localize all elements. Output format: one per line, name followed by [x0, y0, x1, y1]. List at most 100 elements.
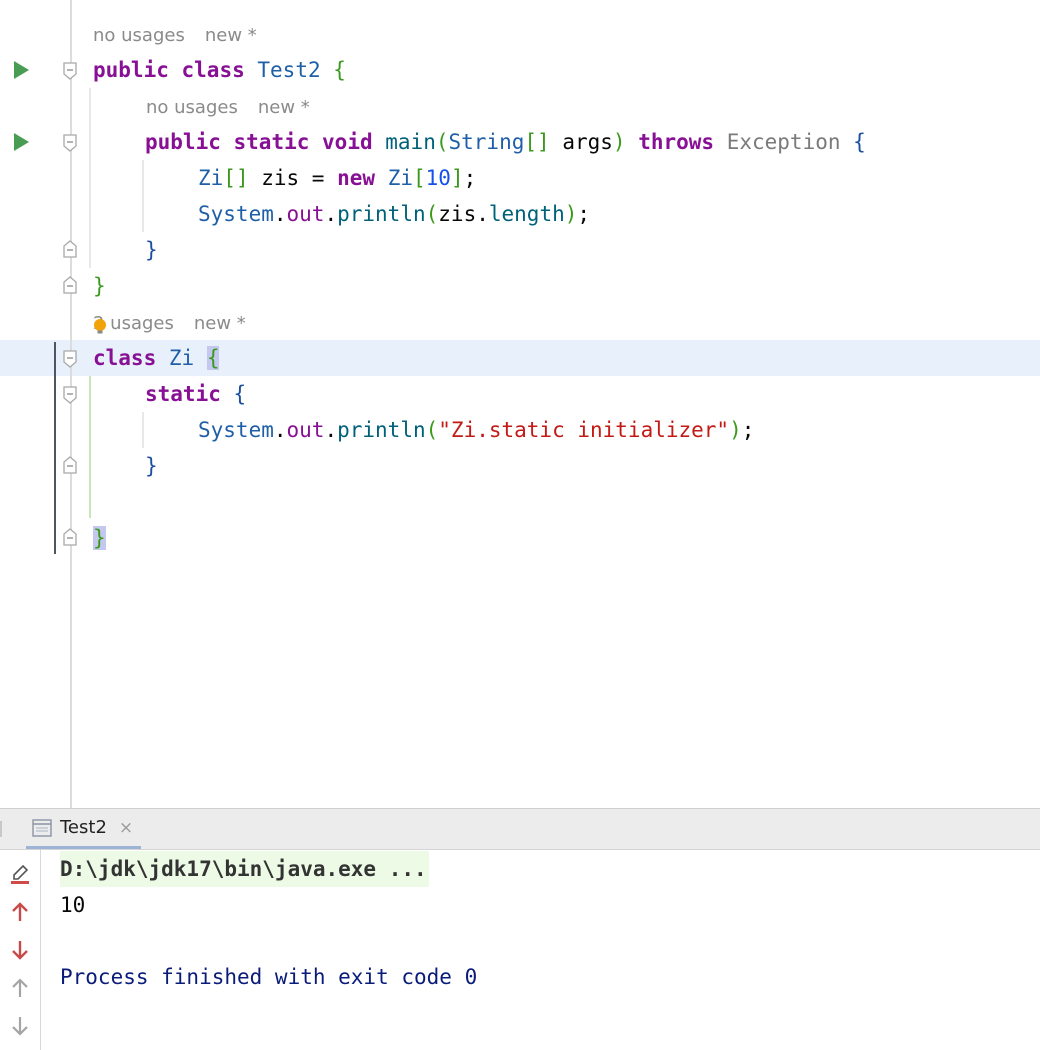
- indent-guide: [142, 160, 144, 232]
- keyword: class: [93, 346, 157, 370]
- code-line[interactable]: }: [93, 268, 106, 304]
- method-call: println: [337, 418, 426, 442]
- up-arrow-icon[interactable]: [8, 976, 32, 1000]
- close-tab-icon[interactable]: ×: [119, 818, 133, 838]
- dot: .: [324, 418, 338, 442]
- dot: .: [476, 202, 489, 226]
- code-line[interactable]: }: [93, 520, 106, 556]
- code-line[interactable]: Zi[] zis = new Zi[10];: [198, 160, 476, 196]
- usages-hint[interactable]: 2 usages new *: [93, 310, 246, 338]
- paren: (: [435, 130, 449, 154]
- paren: ): [612, 130, 626, 154]
- paren: ): [564, 202, 578, 226]
- semicolon: ;: [463, 166, 477, 190]
- brace: }: [145, 454, 158, 478]
- indent-guide: [89, 88, 91, 268]
- field-ref: length: [488, 202, 565, 226]
- keyword: void: [322, 130, 373, 154]
- run-class-icon[interactable]: [14, 61, 29, 79]
- clear-output-icon[interactable]: [8, 862, 32, 886]
- type-name: Zi: [198, 166, 224, 190]
- number-literal: 10: [425, 166, 451, 190]
- code-line[interactable]: System.out.println("Zi.static initialize…: [198, 412, 754, 448]
- brackets: []: [223, 166, 249, 190]
- brace: }: [145, 238, 158, 262]
- run-main-icon[interactable]: [14, 133, 29, 151]
- author-status[interactable]: new *: [194, 313, 246, 334]
- usages-hint[interactable]: no usages new *: [146, 94, 310, 122]
- change-marker: [54, 342, 56, 554]
- class-name: Test2: [257, 58, 321, 82]
- brace-match-highlight: {: [206, 346, 220, 370]
- fold-close-icon[interactable]: [63, 240, 77, 258]
- usages-hint[interactable]: no usages new *: [93, 22, 257, 50]
- code-line[interactable]: System.out.println(zis.length);: [198, 196, 590, 232]
- variable: zis: [438, 202, 477, 226]
- paren: (: [425, 418, 439, 442]
- method-name: main: [385, 130, 436, 154]
- paren: ): [729, 418, 742, 442]
- fold-open-icon[interactable]: [63, 350, 77, 368]
- keyword: public: [145, 130, 221, 154]
- gutter-separator: [70, 0, 72, 808]
- run-tool-window: Test2 × D:\jdk\jdk17\bin\java.exe ... 10…: [0, 808, 1040, 1050]
- bracket: [: [413, 166, 426, 190]
- code-editor[interactable]: no usages new * no usages new * 2 usages ne…: [0, 0, 1040, 808]
- run-command-line[interactable]: D:\jdk\jdk17\bin\java.exe ...: [60, 851, 429, 887]
- bracket: ]: [450, 166, 464, 190]
- brackets: []: [524, 130, 550, 154]
- code-line[interactable]: public class Test2 {: [93, 52, 346, 88]
- keyword: public: [93, 58, 169, 82]
- class-name: Zi: [168, 346, 195, 370]
- paren: (: [425, 202, 439, 226]
- tab-bar-edge: [0, 821, 2, 837]
- dot: .: [273, 418, 287, 442]
- fold-close-icon[interactable]: [63, 456, 77, 474]
- keyword: static: [233, 130, 310, 154]
- fold-close-icon[interactable]: [63, 276, 77, 294]
- run-toolbar: [0, 850, 41, 1050]
- dot: .: [324, 202, 338, 226]
- scroll-down-icon[interactable]: [8, 938, 32, 962]
- semicolon: ;: [741, 418, 755, 442]
- program-output: 10: [60, 893, 86, 917]
- code-line[interactable]: public static void main(String[] args) t…: [145, 124, 866, 160]
- keyword: class: [181, 58, 245, 82]
- type-name: String: [448, 130, 525, 154]
- fold-close-icon[interactable]: [63, 528, 77, 546]
- method-call: println: [337, 202, 426, 226]
- usages-count[interactable]: no usages: [146, 97, 238, 118]
- tab-label: Test2: [60, 817, 107, 838]
- author-status[interactable]: new *: [205, 25, 257, 46]
- code-line[interactable]: }: [145, 232, 158, 268]
- semicolon: ;: [577, 202, 591, 226]
- author-status[interactable]: new *: [258, 97, 310, 118]
- field-ref: out: [286, 202, 325, 226]
- field-ref: out: [286, 418, 325, 442]
- keyword: throws: [638, 130, 715, 154]
- type-name: Zi: [387, 166, 413, 190]
- scroll-up-icon[interactable]: [8, 900, 32, 924]
- class-ref: System: [198, 418, 274, 442]
- indent-guide: [89, 376, 91, 518]
- tab-test2[interactable]: Test2 ×: [26, 809, 142, 849]
- string-literal: "Zi.static initializer": [438, 418, 730, 442]
- dot: .: [273, 202, 287, 226]
- exception-type: Exception: [726, 130, 841, 154]
- code-line[interactable]: static {: [145, 376, 246, 412]
- brace: }: [93, 274, 106, 298]
- process-exit-message: Process finished with exit code 0: [60, 965, 478, 989]
- keyword: new: [337, 166, 376, 190]
- code-line[interactable]: }: [145, 448, 158, 484]
- fold-open-icon[interactable]: [63, 134, 77, 152]
- brace: {: [333, 58, 346, 82]
- parameter: args: [562, 130, 613, 154]
- fold-open-icon[interactable]: [63, 386, 77, 404]
- brace: {: [233, 382, 247, 406]
- down-arrow-icon[interactable]: [8, 1014, 32, 1038]
- code-line[interactable]: class Zi {: [93, 340, 220, 376]
- fold-open-icon[interactable]: [63, 62, 77, 80]
- intention-bulb-icon[interactable]: [92, 318, 108, 334]
- usages-count[interactable]: no usages: [93, 25, 185, 46]
- keyword: static: [145, 382, 221, 406]
